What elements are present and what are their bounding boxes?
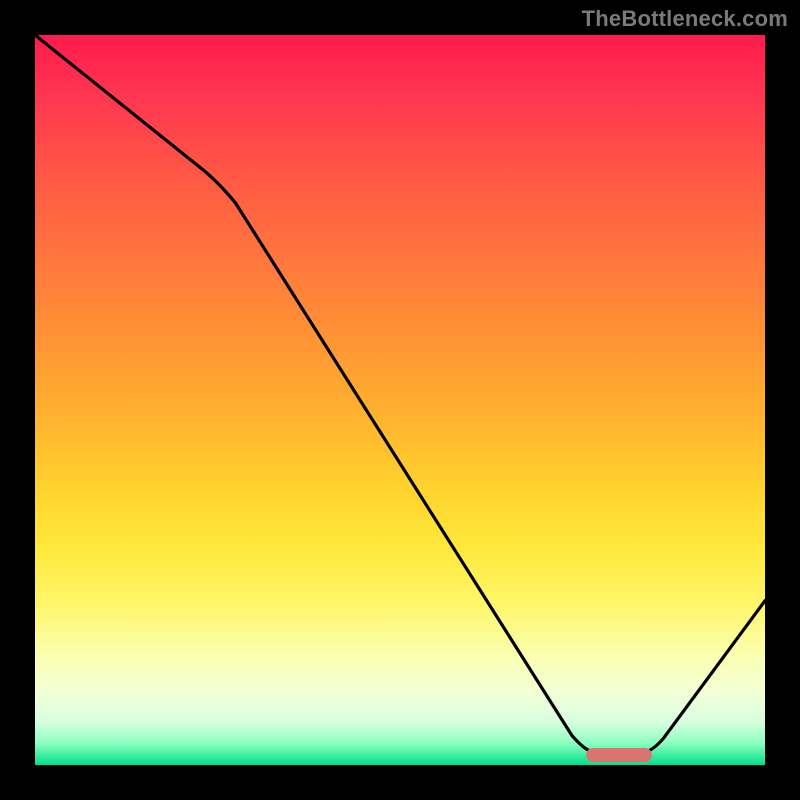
watermark-text: TheBottleneck.com bbox=[582, 6, 788, 32]
chart-frame: TheBottleneck.com bbox=[0, 0, 800, 800]
optimum-marker bbox=[586, 748, 652, 762]
chart-overlay-svg bbox=[0, 0, 800, 800]
bottleneck-curve-line bbox=[35, 35, 765, 752]
